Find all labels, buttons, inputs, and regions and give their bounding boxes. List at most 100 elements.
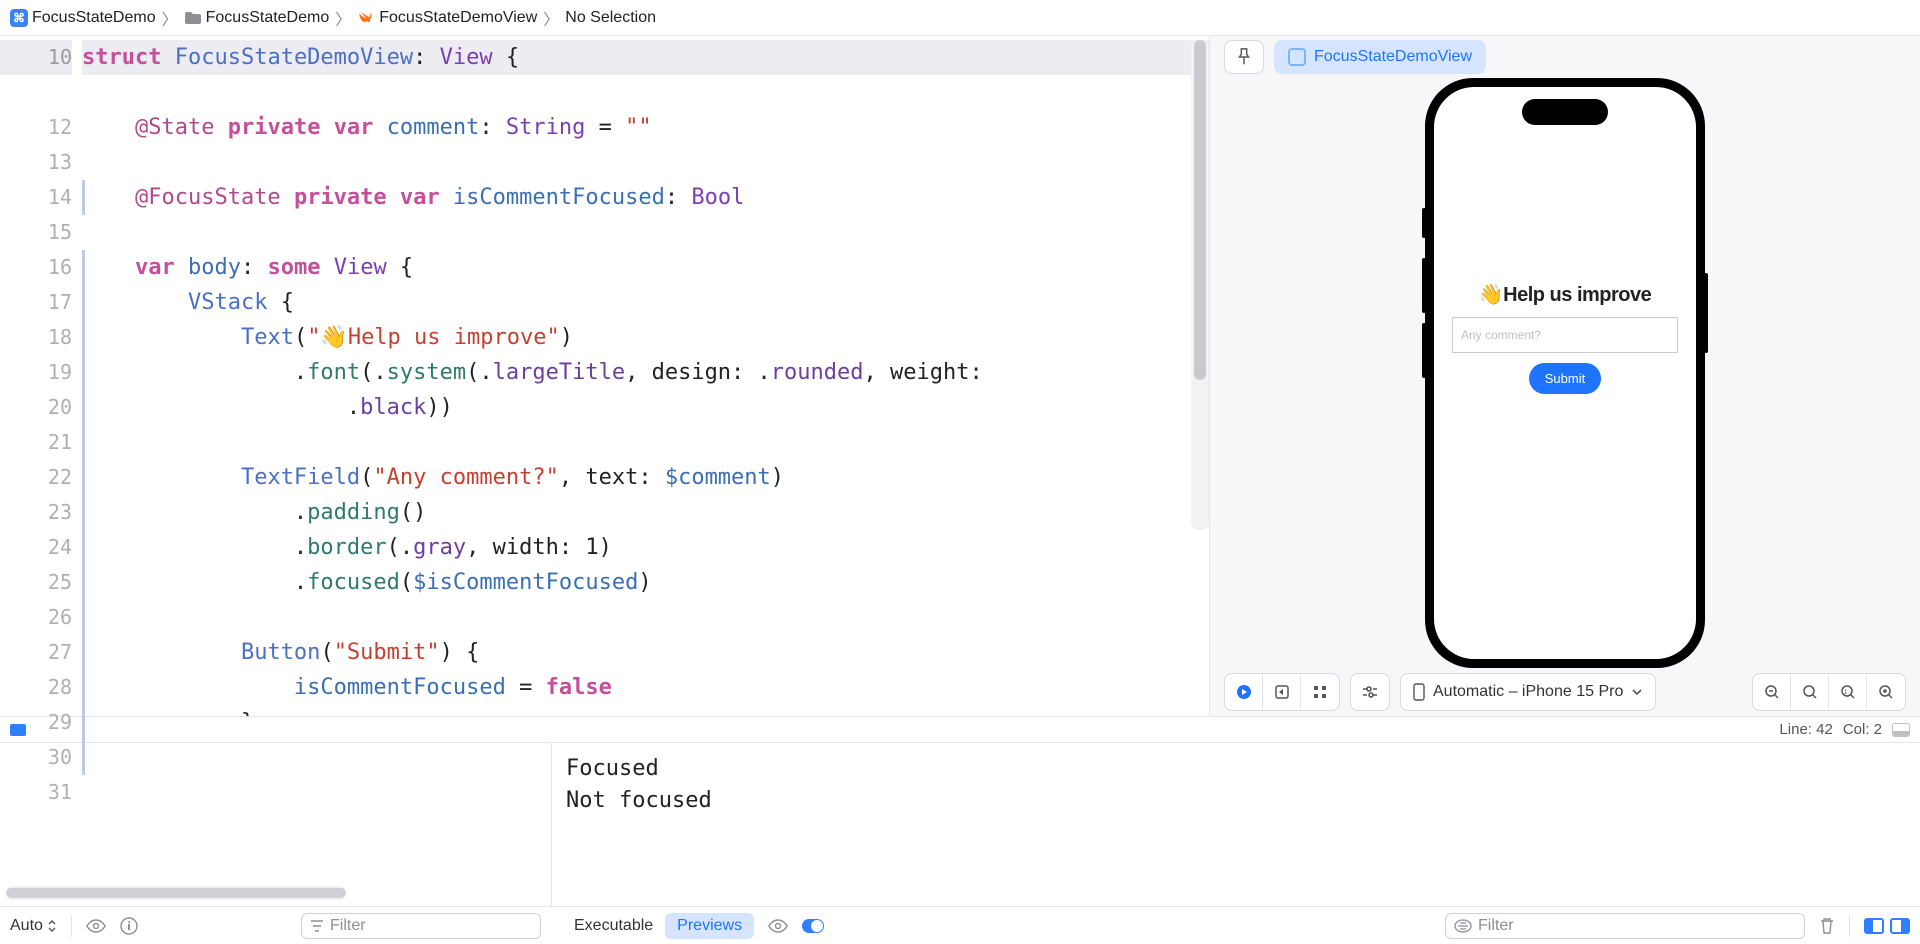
metadata-toggle[interactable] [802, 919, 824, 933]
variables-footer: Auto Filter [0, 907, 552, 944]
line-number: 23 [0, 495, 72, 530]
line-number: 15 [0, 215, 72, 250]
selectable-preview-button[interactable] [1263, 674, 1301, 710]
code-line[interactable]: .border(.gray, width: 1) [82, 530, 1209, 565]
editor-status-bar: Line: 42 Col: 2 [0, 716, 1920, 742]
line-number: 26 [0, 600, 72, 635]
left-pane-toggle[interactable] [1864, 918, 1884, 934]
line-number: 10 [0, 40, 72, 75]
project-icon: ⌘ [10, 9, 28, 27]
zoom-in-button[interactable] [1867, 674, 1905, 710]
folder-icon [184, 9, 202, 27]
code-line[interactable]: @State private var comment: String = "" [82, 110, 1209, 145]
breadcrumb-project[interactable]: FocusStateDemo [32, 9, 156, 27]
iphone-mockup: 👋Help us improve Any comment? Submit [1425, 78, 1705, 668]
console-filter[interactable]: Filter [1445, 913, 1805, 939]
line-number: 22 [0, 460, 72, 495]
zoom-actual-button[interactable]: 1 [1829, 674, 1867, 710]
zoom-fit-button[interactable] [1791, 674, 1829, 710]
code-line[interactable]: .padding() [82, 495, 1209, 530]
breadcrumb-selection: No Selection [565, 9, 656, 27]
code-line[interactable]: .focused($isCommentFocused) [82, 565, 1209, 600]
code-line[interactable] [82, 75, 1209, 110]
pin-preview-button[interactable] [1224, 40, 1264, 74]
struct-icon [1288, 48, 1306, 66]
clear-console-button[interactable] [1819, 917, 1835, 935]
breadcrumb-sep: 〉 [162, 6, 178, 30]
line-number: 29 [0, 705, 72, 740]
line-number: 25 [0, 565, 72, 600]
code-line[interactable]: } [82, 705, 1209, 716]
minimap-scrollbar[interactable] [1191, 40, 1209, 530]
app-textfield[interactable]: Any comment? [1452, 317, 1678, 353]
eye-icon[interactable] [86, 919, 106, 933]
horizontal-scrollbar[interactable] [6, 886, 346, 900]
breadcrumb-sep: 〉 [543, 6, 559, 30]
line-number: 21 [0, 425, 72, 460]
eye-icon[interactable] [768, 919, 788, 933]
code-editor[interactable]: 1012131415161718192021222324252627282930… [0, 36, 1210, 716]
breadcrumb: ⌘ FocusStateDemo 〉 FocusStateDemo 〉 Focu… [0, 0, 1920, 36]
variables-filter[interactable]: Filter [301, 913, 541, 939]
scrollbar-thumb[interactable] [1194, 40, 1206, 380]
app-submit-button[interactable]: Submit [1529, 363, 1601, 394]
preview-toolbar: Automatic – iPhone 15 Pro 1 [1210, 668, 1920, 716]
line-number: 17 [0, 285, 72, 320]
code-line[interactable] [82, 145, 1209, 180]
device-name: Automatic – iPhone 15 Pro [1433, 683, 1623, 701]
debug-area: FocusedNot focused [0, 742, 1920, 906]
updown-icon [47, 920, 57, 932]
variants-button[interactable] [1301, 674, 1339, 710]
line-number: 14 [0, 180, 72, 215]
filter-icon [310, 919, 324, 933]
output-segmented-control[interactable]: Executable Previews [562, 913, 754, 939]
app-title: 👋Help us improve [1479, 282, 1652, 307]
device-selector[interactable]: Automatic – iPhone 15 Pro [1400, 673, 1656, 711]
device-settings-button[interactable] [1351, 674, 1389, 710]
code-line[interactable]: VStack { [82, 285, 1209, 320]
code-line[interactable]: Text("👋Help us improve") [82, 320, 1209, 355]
breadcrumb-sep: 〉 [335, 6, 351, 30]
line-number: 16 [0, 250, 72, 285]
console-output: FocusedNot focused [552, 743, 1920, 906]
line-number: 27 [0, 635, 72, 670]
line-number: 12 [0, 110, 72, 145]
line-gutter: 1012131415161718192021222324252627282930… [0, 36, 82, 716]
code-line[interactable] [82, 425, 1209, 460]
chevron-down-icon [1631, 686, 1643, 698]
code-line[interactable] [82, 600, 1209, 635]
seg-previews[interactable]: Previews [665, 913, 754, 939]
cursor-col: Col: 2 [1843, 721, 1882, 738]
line-number: 19 [0, 355, 72, 390]
code-line[interactable]: struct FocusStateDemoView: View { [82, 40, 1209, 75]
breadcrumb-folder[interactable]: FocusStateDemo [206, 9, 330, 27]
scope-selector[interactable]: Auto [10, 917, 57, 935]
variables-view[interactable] [0, 743, 552, 906]
breadcrumb-file[interactable]: FocusStateDemoView [379, 9, 537, 27]
code-line[interactable]: Button("Submit") { [82, 635, 1209, 670]
panel-toggle-icon[interactable] [1892, 723, 1910, 737]
code-line[interactable]: .font(.system(.largeTitle, design: .roun… [82, 355, 1209, 390]
code-area[interactable]: struct FocusStateDemoView: View { @State… [82, 36, 1209, 716]
code-line[interactable]: @FocusState private var isCommentFocused… [82, 180, 1209, 215]
preview-view-chip[interactable]: FocusStateDemoView [1274, 40, 1486, 74]
line-number: 20 [0, 390, 72, 425]
console-line: Focused [566, 753, 1906, 785]
info-icon[interactable] [120, 917, 138, 935]
code-line[interactable]: TextField("Any comment?", text: $comment… [82, 460, 1209, 495]
code-line[interactable]: isCommentFocused = false [82, 670, 1209, 705]
console-footer: Executable Previews Filter [552, 907, 1920, 944]
code-line[interactable]: var body: some View { [82, 250, 1209, 285]
code-line[interactable]: .black)) [82, 390, 1209, 425]
zoom-out-button[interactable] [1753, 674, 1791, 710]
live-preview-button[interactable] [1225, 674, 1263, 710]
seg-executable[interactable]: Executable [562, 913, 665, 939]
dynamic-island [1522, 99, 1608, 125]
line-number: 28 [0, 670, 72, 705]
line-number [0, 75, 72, 110]
line-number: 18 [0, 320, 72, 355]
code-line[interactable] [82, 215, 1209, 250]
cursor-line: Line: 42 [1779, 721, 1832, 738]
console-view[interactable]: FocusedNot focused [552, 743, 1920, 906]
right-pane-toggle[interactable] [1890, 918, 1910, 934]
